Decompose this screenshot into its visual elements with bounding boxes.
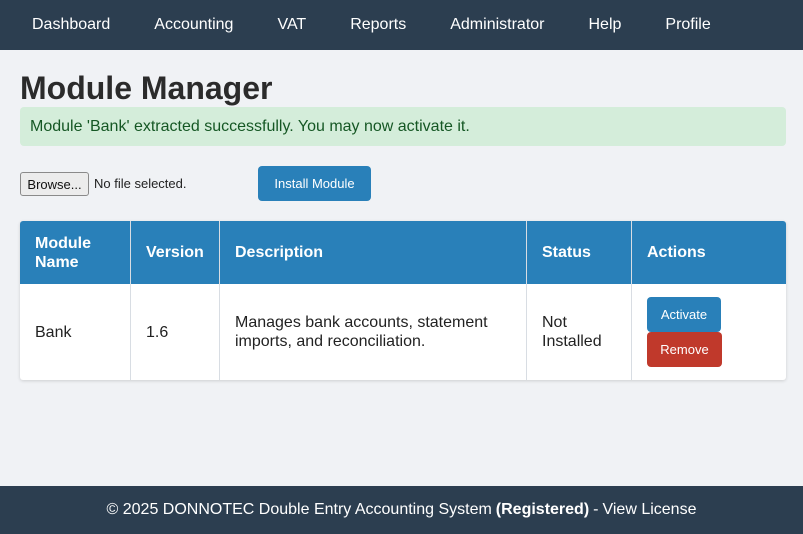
column-header-module-name: Module Name: [20, 221, 131, 284]
column-header-version: Version: [130, 221, 220, 284]
footer-separator: -: [593, 501, 599, 518]
nav-item-reports[interactable]: Reports: [350, 16, 406, 34]
nav-item-dashboard[interactable]: Dashboard: [32, 16, 110, 34]
module-name-cell: Bank: [20, 284, 131, 380]
nav-item-profile[interactable]: Profile: [665, 16, 710, 34]
table-header-row: Module Name Version Description Status A…: [20, 221, 786, 284]
success-alert: Module 'Bank' extracted successfully. Yo…: [20, 107, 786, 146]
browse-file-button[interactable]: Browse...: [20, 172, 89, 196]
footer-copyright: © 2025 DONNOTEC Double Entry Accounting …: [106, 501, 492, 518]
table-row: Bank 1.6 Manages bank accounts, statemen…: [20, 284, 786, 380]
column-header-actions: Actions: [631, 221, 786, 284]
nav-item-help[interactable]: Help: [588, 16, 621, 34]
module-actions-cell: Activate Remove: [632, 284, 787, 380]
column-header-description: Description: [219, 221, 527, 284]
nav-item-administrator[interactable]: Administrator: [450, 16, 544, 34]
top-navigation: Dashboard Accounting VAT Reports Adminis…: [0, 0, 803, 50]
module-status-cell: Not Installed: [526, 284, 632, 380]
remove-button[interactable]: Remove: [647, 332, 722, 367]
modules-table-container: Module Name Version Description Status A…: [20, 221, 786, 380]
file-status-text: No file selected.: [94, 176, 187, 191]
page-footer: © 2025 DONNOTEC Double Entry Accounting …: [0, 486, 803, 534]
nav-item-vat[interactable]: VAT: [277, 16, 306, 34]
view-license-link[interactable]: View License: [602, 501, 696, 519]
install-module-button[interactable]: Install Module: [258, 166, 371, 201]
column-header-status: Status: [526, 221, 632, 284]
page-title: Module Manager: [20, 70, 273, 106]
nav-item-accounting[interactable]: Accounting: [154, 16, 233, 34]
activate-button[interactable]: Activate: [647, 297, 721, 332]
modules-table: Module Name Version Description Status A…: [20, 221, 786, 380]
module-description-cell: Manages bank accounts, statement imports…: [219, 284, 527, 380]
footer-registered-label: (Registered): [495, 501, 590, 518]
module-version-cell: 1.6: [130, 284, 220, 380]
